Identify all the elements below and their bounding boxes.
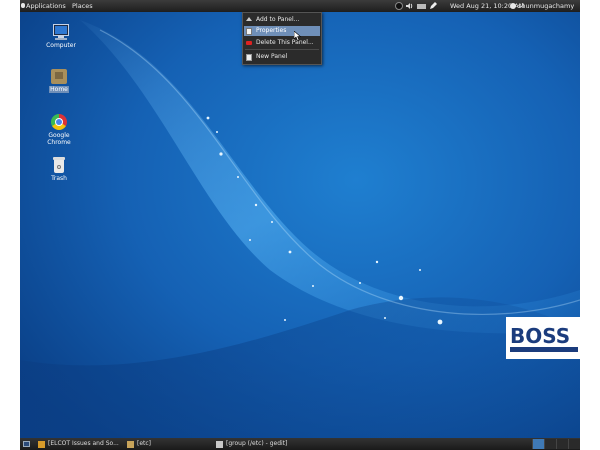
desktop-icon-label: Computer [46, 42, 76, 49]
menu-item-add-to-panel[interactable]: Add to Panel... [244, 15, 320, 25]
desktop-icon-trash[interactable]: Trash [37, 156, 81, 182]
menu-item-label: Delete This Panel... [256, 39, 314, 46]
boss-logo: BOSS [506, 317, 580, 359]
home-folder-icon [50, 67, 68, 85]
task-label: [etc] [137, 440, 152, 447]
menu-item-label: Properties [256, 27, 287, 34]
bottom-panel[interactable]: [ELCOT Issues and So... [etc] [group (/e… [20, 438, 580, 450]
desktop-wallpaper [20, 0, 580, 450]
volume-icon[interactable] [406, 2, 414, 10]
desktop-icon-home[interactable]: Home [37, 67, 81, 93]
mouse-cursor-icon [294, 31, 301, 41]
places-menu[interactable]: Places [70, 0, 95, 12]
task-label: [ELCOT Issues and So... [48, 440, 119, 447]
desktop-icon-label: Trash [51, 175, 67, 182]
properties-icon [246, 28, 252, 35]
trash-icon [50, 156, 68, 174]
applications-menu[interactable]: Applications [24, 0, 68, 12]
menu-item-label: New Panel [256, 53, 288, 60]
desktop-icon-computer[interactable]: Computer [39, 23, 83, 49]
chrome-icon [50, 113, 68, 131]
workspace-2[interactable] [544, 439, 556, 449]
panel-context-menu[interactable]: Add to Panel... Properties Delete This P… [242, 12, 322, 65]
task-label: [group (/etc) - gedit] [226, 440, 288, 447]
desktop-icon-label: Google Chrome [47, 132, 71, 146]
pencil-icon[interactable] [429, 2, 437, 10]
computer-icon [52, 23, 70, 41]
boss-logo-text: BOSS [510, 324, 570, 348]
keyboard-icon[interactable] [417, 4, 426, 9]
workspace-3[interactable] [556, 439, 568, 449]
desktop[interactable]: Applications Places Wed Aug 21, 10:20 AM… [20, 0, 580, 450]
desktop-icon-google-chrome[interactable]: Google Chrome [37, 113, 81, 146]
folder-icon [127, 440, 134, 448]
menu-separator [245, 49, 319, 50]
taskbar-item-elcot[interactable]: [ELCOT Issues and So... [38, 438, 119, 450]
show-desktop-icon[interactable] [23, 441, 30, 447]
add-icon [246, 17, 252, 23]
taskbar-item-etc[interactable]: [etc] [127, 438, 151, 450]
new-panel-icon [246, 54, 252, 61]
menu-item-properties[interactable]: Properties [244, 26, 320, 36]
network-icon[interactable] [395, 2, 403, 10]
menu-item-new-panel[interactable]: New Panel [244, 52, 320, 62]
menu-item-label: Add to Panel... [256, 16, 300, 23]
delete-icon [246, 41, 252, 45]
desktop-icon-label: Home [49, 86, 69, 93]
workspace-1[interactable] [532, 439, 544, 449]
menu-item-delete-panel[interactable]: Delete This Panel... [244, 38, 320, 48]
text-editor-icon [38, 440, 45, 448]
user-menu[interactable]: shunmugachamy [518, 0, 574, 12]
user-status-icon [510, 3, 516, 9]
workspace-4[interactable] [568, 439, 580, 449]
gedit-icon [216, 440, 223, 448]
taskbar-item-gedit[interactable]: [group (/etc) - gedit] [216, 438, 287, 450]
top-panel[interactable]: Applications Places Wed Aug 21, 10:20 AM… [20, 0, 580, 12]
